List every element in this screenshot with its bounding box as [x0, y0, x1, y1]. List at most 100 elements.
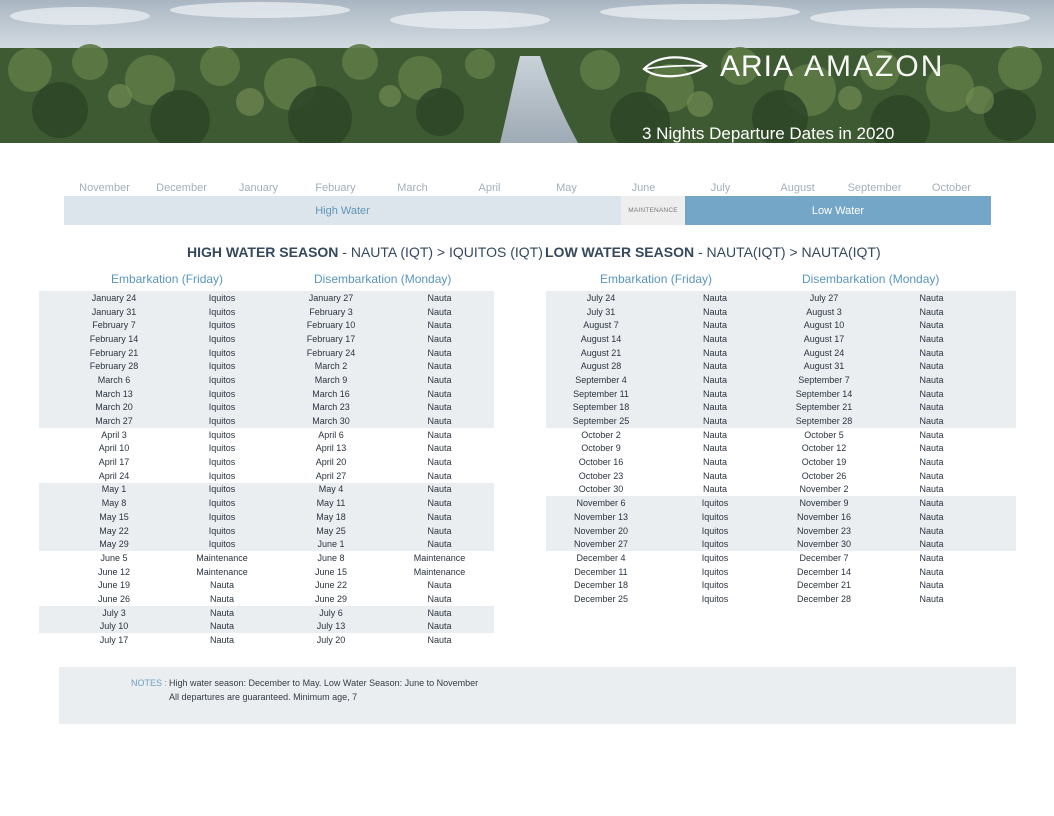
disembark-date: December 21 [796, 580, 852, 591]
embark-date: December 18 [573, 580, 629, 591]
embark-date: October 2 [581, 429, 621, 440]
embark-date: February 7 [92, 320, 136, 331]
table-row: October 2 Nauta October 5 Nauta [546, 428, 1016, 442]
table-row: June 5 Maintenance June 8 Maintenance [39, 551, 494, 565]
notes-label: NOTES : [131, 678, 168, 688]
disembark-date: June 29 [314, 593, 348, 604]
table-row: December 11 Iquitos December 14 Nauta [546, 565, 1016, 579]
disembark-port: Nauta [427, 320, 452, 331]
disembark-date: May 18 [316, 511, 346, 522]
embark-date: June 19 [97, 580, 131, 591]
table-row: July 17 Nauta July 20 Nauta [39, 633, 494, 647]
embark-date: November 20 [573, 525, 629, 536]
high-season-title-route: - NAUTA (IQT) > IQUITOS (IQT) [338, 244, 543, 260]
table-row: May 22 Iquitos May 25 Nauta [39, 523, 494, 538]
disembark-date: June 8 [317, 552, 345, 563]
disembark-date: May 4 [318, 484, 344, 495]
brand-word-amazon: AMAZON [804, 50, 945, 83]
embark-date: November 6 [576, 498, 626, 509]
table-row: November 13 Iquitos November 16 Nauta [546, 510, 1016, 524]
high-water-band: High Water [64, 196, 621, 225]
disembark-date: March 16 [312, 388, 350, 399]
month-label: Febuary [315, 182, 356, 194]
table-row: October 30 Nauta November 2 Nauta [546, 483, 1016, 497]
embark-port: Nauta [702, 374, 728, 385]
embark-date: July 24 [586, 292, 616, 303]
low-season-title-route: - NAUTA(IQT) > NAUTA(IQT) [694, 244, 881, 260]
disembark-port: Nauta [919, 566, 944, 577]
disembark-port: Nauta [919, 580, 944, 591]
embark-date: August 21 [580, 347, 622, 358]
maintenance-band: MAINTENANCE [621, 196, 685, 225]
embark-date: November 27 [573, 539, 629, 550]
disembark-date: February 3 [309, 306, 353, 317]
disembark-date: November 9 [799, 498, 849, 509]
leaf-logo-icon [642, 56, 708, 78]
table-row: March 20 Iquitos March 23 Nauta [39, 400, 494, 415]
disembark-port: Nauta [919, 443, 944, 454]
disembark-date: November 16 [796, 511, 852, 522]
table-row: December 25 Iquitos December 28 Nauta [546, 592, 1016, 606]
high-season-table: January 24 Iquitos January 27 Nauta January … [39, 291, 494, 647]
disembark-port: Nauta [427, 361, 452, 372]
low-season-table: July 24 Nauta July 27 Nauta July 31 Nauta Augu… [546, 291, 1016, 606]
table-row: April 24 Iquitos April 27 Nauta [39, 469, 494, 483]
embark-port: Nauta [702, 320, 728, 331]
disembark-port: Nauta [427, 306, 452, 317]
embark-date: April 17 [98, 457, 130, 468]
disembark-port: Nauta [919, 429, 944, 440]
disembark-date: September 14 [795, 388, 853, 399]
disembark-date: October 12 [801, 443, 847, 454]
embark-port: Nauta [702, 484, 728, 495]
table-row: June 12 Maintenance June 15 Maintenance [39, 565, 494, 579]
table-row: August 28 Nauta August 31 Nauta [546, 359, 1016, 374]
table-row: August 21 Nauta August 24 Nauta [546, 345, 1016, 360]
embark-port: Iquitos [701, 511, 729, 522]
disembark-port: Nauta [427, 347, 452, 358]
disembark-port: Nauta [427, 416, 452, 427]
embark-port: Maintenance [196, 552, 248, 563]
embark-port: Iquitos [208, 511, 236, 522]
disembark-date: July 6 [319, 607, 343, 618]
table-row: September 4 Nauta September 7 Nauta [546, 373, 1016, 387]
table-row: September 11 Nauta September 14 Nauta [546, 386, 1016, 401]
disembark-date: June 22 [314, 580, 348, 591]
embark-port: Nauta [702, 443, 728, 454]
embark-port: Iquitos [701, 566, 729, 577]
table-row: February 7 Iquitos February 10 Nauta [39, 318, 494, 333]
table-row: December 4 Iquitos December 7 Nauta [546, 551, 1016, 565]
disembark-port: Nauta [427, 484, 452, 495]
disembark-date: January 27 [308, 292, 354, 303]
disembark-date: February 24 [306, 347, 356, 358]
disembark-date: June 15 [314, 566, 348, 577]
month-label: July [710, 182, 731, 194]
embark-date: May 29 [99, 539, 129, 550]
disembark-port: Nauta [919, 552, 944, 563]
notes-line-2: All departures are guaranteed. Minimum a… [169, 692, 358, 702]
disembark-port: Nauta [919, 525, 944, 536]
disembark-date: December 28 [796, 593, 852, 604]
embark-date: April 24 [98, 470, 130, 481]
embark-port: Iquitos [208, 347, 236, 358]
table-row: July 31 Nauta August 3 Nauta [546, 304, 1016, 319]
disembark-port: Maintenance [413, 566, 466, 577]
disembark-port: Nauta [919, 498, 944, 509]
embark-date: August 7 [583, 320, 619, 331]
embark-port: Nauta [702, 416, 728, 427]
disembark-date: November 2 [799, 484, 849, 495]
embark-date: November 13 [573, 511, 629, 522]
embark-port: Iquitos [208, 402, 236, 413]
disembark-port: Nauta [427, 511, 452, 522]
embark-date: September 25 [572, 416, 630, 427]
table-row: February 28 Iquitos March 2 Nauta [39, 359, 494, 374]
disembark-port: Nauta [919, 333, 944, 344]
embark-date: June 12 [97, 566, 131, 577]
disembark-port: Nauta [919, 306, 944, 317]
embark-date: February 21 [89, 347, 139, 358]
embark-date: August 28 [580, 361, 622, 372]
disembark-port: Nauta [427, 470, 452, 481]
low-embark-header: Embarkation (Friday) [600, 272, 713, 286]
embark-port: Nauta [702, 292, 728, 303]
disembark-port: Nauta [919, 361, 944, 372]
disembark-port: Nauta [427, 429, 452, 440]
